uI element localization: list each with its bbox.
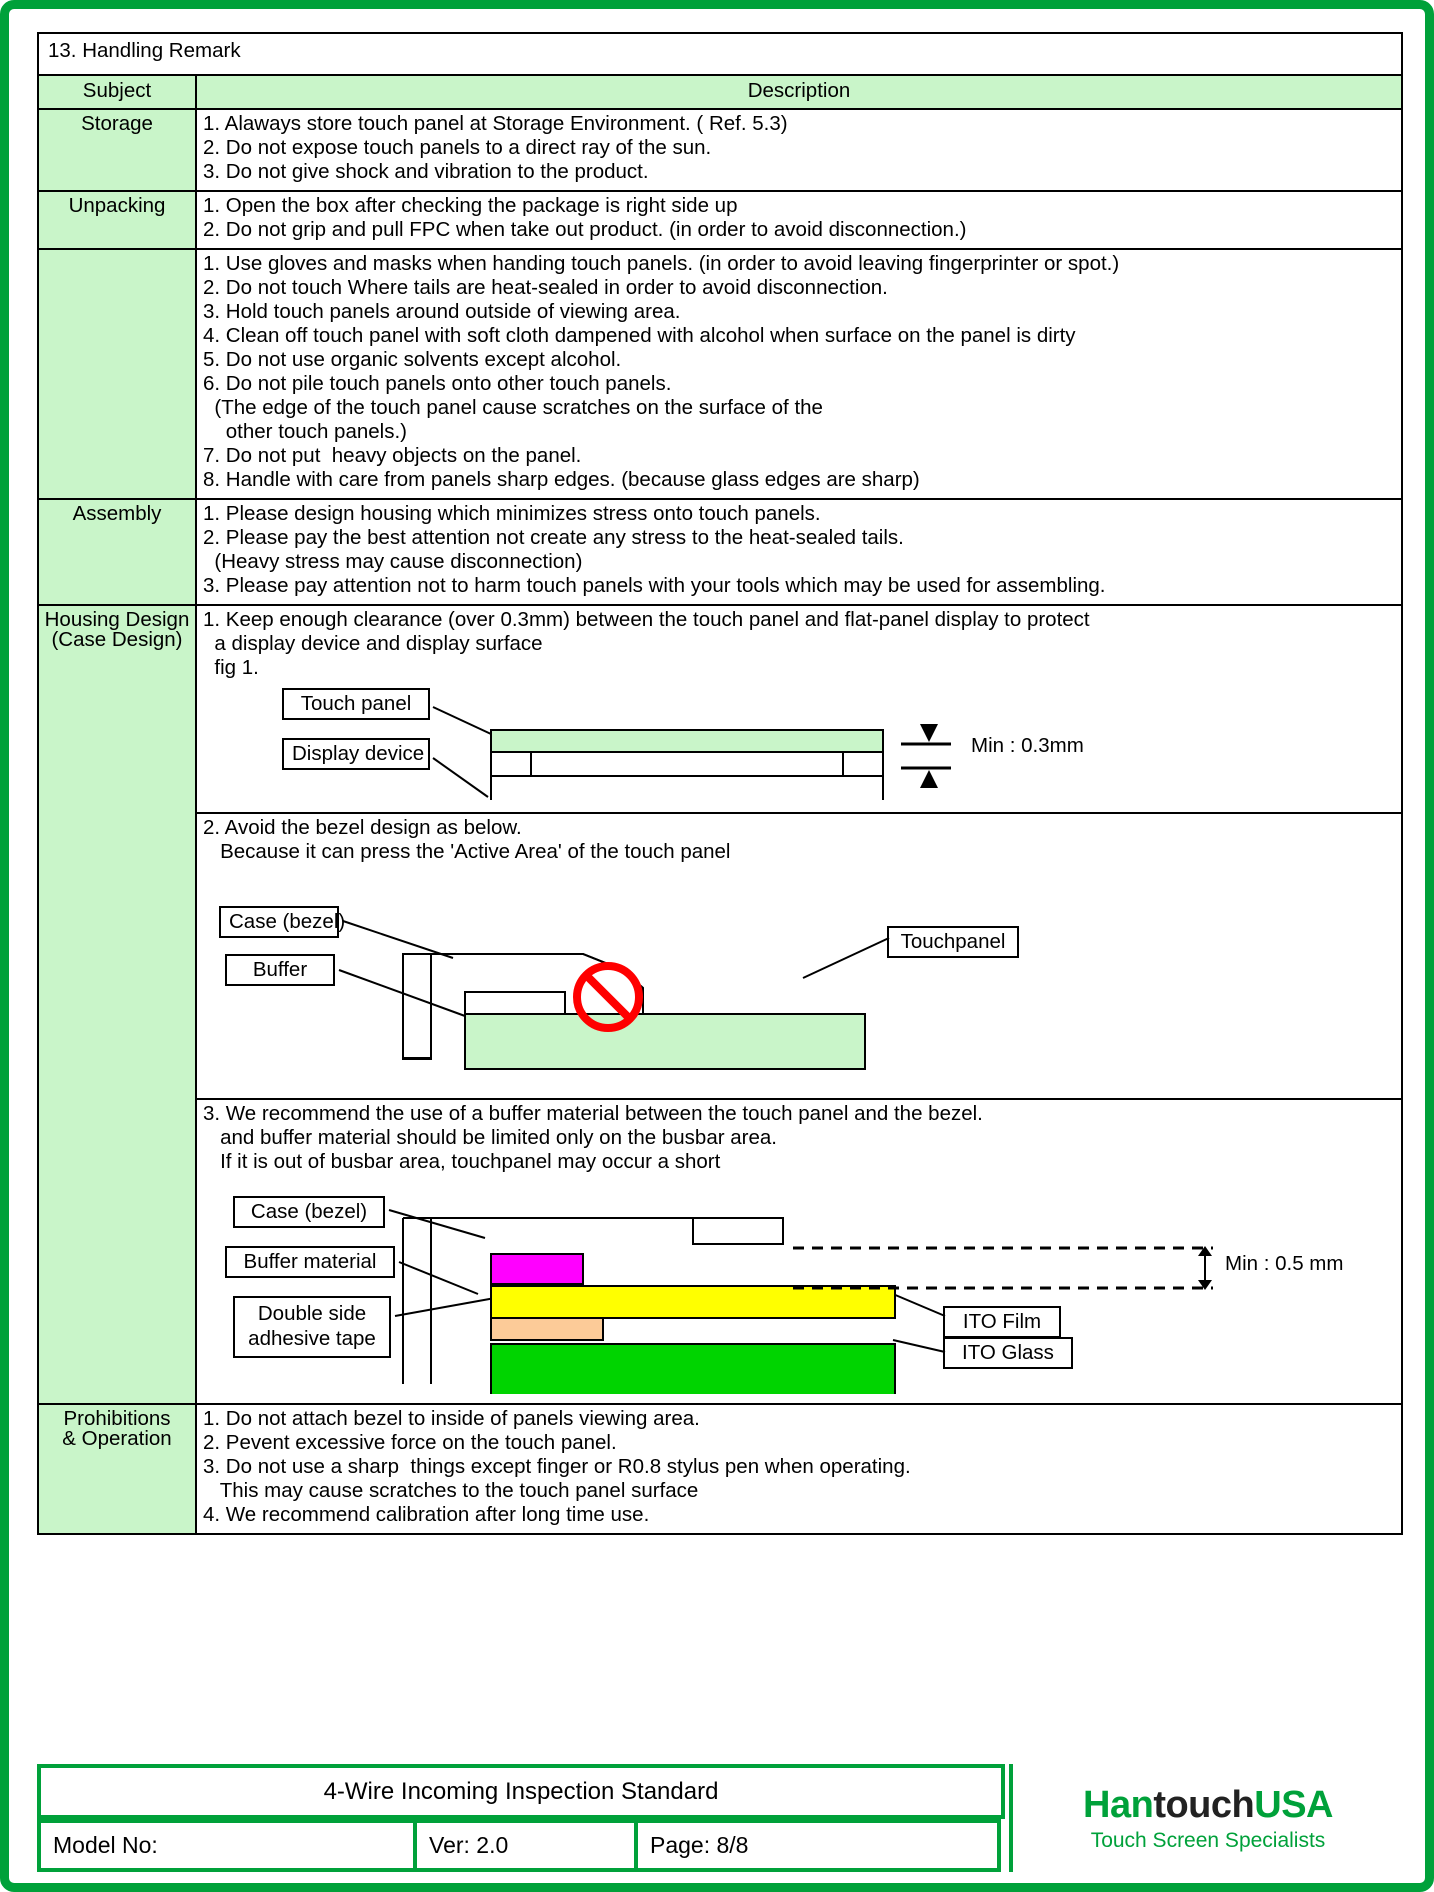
figure-2: Case (bezel) Buffer Touchpanel (203, 866, 1401, 1094)
subject-housing-design: Housing Design (Case Design) (37, 603, 197, 1405)
subject-prohibitions-line1: Prohibitions (63, 1406, 171, 1430)
footer-page-number: Page: 8/8 (634, 1819, 1001, 1872)
page-inner: 13. Handling Remark Subject Description … (18, 18, 1416, 1883)
logo-han: Han (1083, 1783, 1154, 1826)
list-item: 2. Please pay the best attention not cre… (203, 525, 904, 549)
list-item: 6. Do not pile touch panels onto other t… (203, 371, 672, 395)
logo-wordmark: HantouchUSA (1083, 1784, 1333, 1827)
logo-touch: touch (1153, 1783, 1255, 1826)
description-handling: 1. Use gloves and masks when handing tou… (195, 247, 1403, 500)
table-row: Assembly 1. Please design housing which … (37, 497, 1403, 606)
figure-1: Touch panel Display device Min: 0.3mm (203, 682, 1401, 800)
list-item: 1. Alaways store touch panel at Storage … (203, 111, 788, 135)
column-header-description: Description (195, 74, 1403, 110)
subject-prohibitions-operation: Prohibitions & Operation (37, 1402, 197, 1535)
subject-housing-line1: Housing Design (44, 607, 190, 631)
table-header-row: Subject Description (37, 74, 1403, 110)
description-housing-fig1: 1. Keep enough clearance (over 0.3mm) be… (195, 603, 1403, 814)
list-item: fig 1. (203, 655, 259, 679)
list-item: 1. Do not attach bezel to inside of pane… (203, 1406, 700, 1430)
list-item: If it is out of busbar area, touchpanel … (203, 1149, 721, 1173)
page-title: 13. Handling Remark (37, 32, 1403, 76)
description-unpacking: 1. Open the box after checking the packa… (195, 189, 1403, 250)
subject-housing-line2: (Case Design) (51, 628, 183, 651)
subject-unpacking: Unpacking (37, 189, 197, 250)
list-item: 7. Do not put heavy objects on the panel… (203, 443, 582, 467)
subject-assembly: Assembly (37, 497, 197, 606)
document-page: 13. Handling Remark Subject Description … (0, 0, 1434, 1892)
list-item: (Heavy stress may cause disconnection) (203, 549, 583, 573)
list-item: 1. Use gloves and masks when handing tou… (203, 251, 1120, 275)
table-row: 3. We recommend the use of a buffer mate… (38, 1097, 1403, 1405)
subject-handling (37, 247, 197, 500)
table-title-row: 13. Handling Remark (37, 32, 1403, 76)
figure-2-drawing (338, 919, 890, 1070)
list-item: 3. Please pay attention not to harm touc… (203, 573, 1106, 597)
list-item: Because it can press the 'Active Area' o… (203, 839, 731, 863)
description-storage: 1. Alaways store touch panel at Storage … (195, 107, 1403, 192)
list-item: 4. We recommend calibration after long t… (203, 1502, 650, 1526)
list-item: 2. Pevent excessive force on the touch p… (203, 1430, 617, 1454)
subject-storage: Storage (37, 107, 197, 192)
list-item: 3. We recommend the use of a buffer mate… (203, 1101, 983, 1125)
list-item: 3. Do not use a sharp things except fing… (203, 1454, 911, 1478)
footer-left: 4-Wire Incoming Inspection Standard Mode… (37, 1764, 1005, 1872)
figure-1-drawing (432, 705, 951, 800)
logo-tagline: Touch Screen Specialists (1090, 1828, 1326, 1852)
list-item: 4. Clean off touch panel with soft cloth… (203, 323, 1076, 347)
list-item: and buffer material should be limited on… (203, 1125, 777, 1149)
subject-prohibitions-line2: & Operation (62, 1427, 172, 1450)
page-footer: 4-Wire Incoming Inspection Standard Mode… (37, 1764, 1403, 1872)
description-housing-fig2: 2. Avoid the bezel design as below. Beca… (195, 811, 1403, 1100)
list-item: a display device and display surface (203, 631, 543, 655)
table-row: 1. Use gloves and masks when handing tou… (37, 247, 1403, 500)
list-item: 2. Avoid the bezel design as below. (203, 815, 522, 839)
list-item: 3. Do not give shock and vibration to th… (203, 159, 649, 183)
list-item: 1. Keep enough clearance (over 0.3mm) be… (203, 607, 1090, 631)
company-logo: HantouchUSA Touch Screen Specialists (1009, 1764, 1403, 1872)
list-item: 3. Hold touch panels around outside of v… (203, 299, 681, 323)
footer-document-title: 4-Wire Incoming Inspection Standard (37, 1764, 1005, 1819)
table-row: Storage 1. Alaways store touch panel at … (37, 107, 1403, 192)
table-row: 2. Avoid the bezel design as below. Beca… (38, 811, 1403, 1100)
handling-remark-table: 13. Handling Remark Subject Description … (37, 32, 1403, 1535)
list-item: 1. Open the box after checking the packa… (203, 193, 738, 217)
list-item: 2. Do not grip and pull FPC when take ou… (203, 217, 967, 241)
list-item: This may cause scratches to the touch pa… (203, 1478, 699, 1502)
footer-version: Ver: 2.0 (413, 1819, 638, 1872)
list-item: other touch panels.) (203, 419, 407, 443)
list-item: 5. Do not use organic solvents except al… (203, 347, 622, 371)
figure-3-drawing (388, 1208, 1213, 1394)
table-row: Housing Design (Case Design) 1. Keep eno… (37, 603, 1403, 1405)
table-row: Unpacking 1. Open the box after checking… (37, 189, 1403, 250)
footer-model-no: Model No: (37, 1819, 417, 1872)
description-housing-fig3: 3. We recommend the use of a buffer mate… (195, 1097, 1403, 1405)
description-assembly: 1. Please design housing which minimizes… (195, 497, 1403, 606)
list-item: 8. Handle with care from panels sharp ed… (203, 467, 920, 491)
label-min-buffer: Min : 0.5 mm (1225, 1251, 1344, 1275)
figure-3: Case (bezel) Buffer material Double side… (203, 1176, 1401, 1394)
list-item: (The edge of the touch panel cause scrat… (203, 395, 823, 419)
list-item: 2. Do not touch Where tails are heat-sea… (203, 275, 888, 299)
footer-meta-row: Model No: Ver: 2.0 Page: 8/8 (37, 1819, 1005, 1872)
description-prohibitions: 1. Do not attach bezel to inside of pane… (195, 1402, 1403, 1535)
column-header-subject: Subject (37, 74, 197, 110)
logo-usa: USA (1254, 1783, 1333, 1826)
list-item: 1. Please design housing which minimizes… (203, 501, 821, 525)
table-row: Prohibitions & Operation 1. Do not attac… (37, 1402, 1403, 1535)
label-min-clearance: Min : 0.3mm (971, 733, 1084, 757)
list-item: 2. Do not expose touch panels to a direc… (203, 135, 712, 159)
